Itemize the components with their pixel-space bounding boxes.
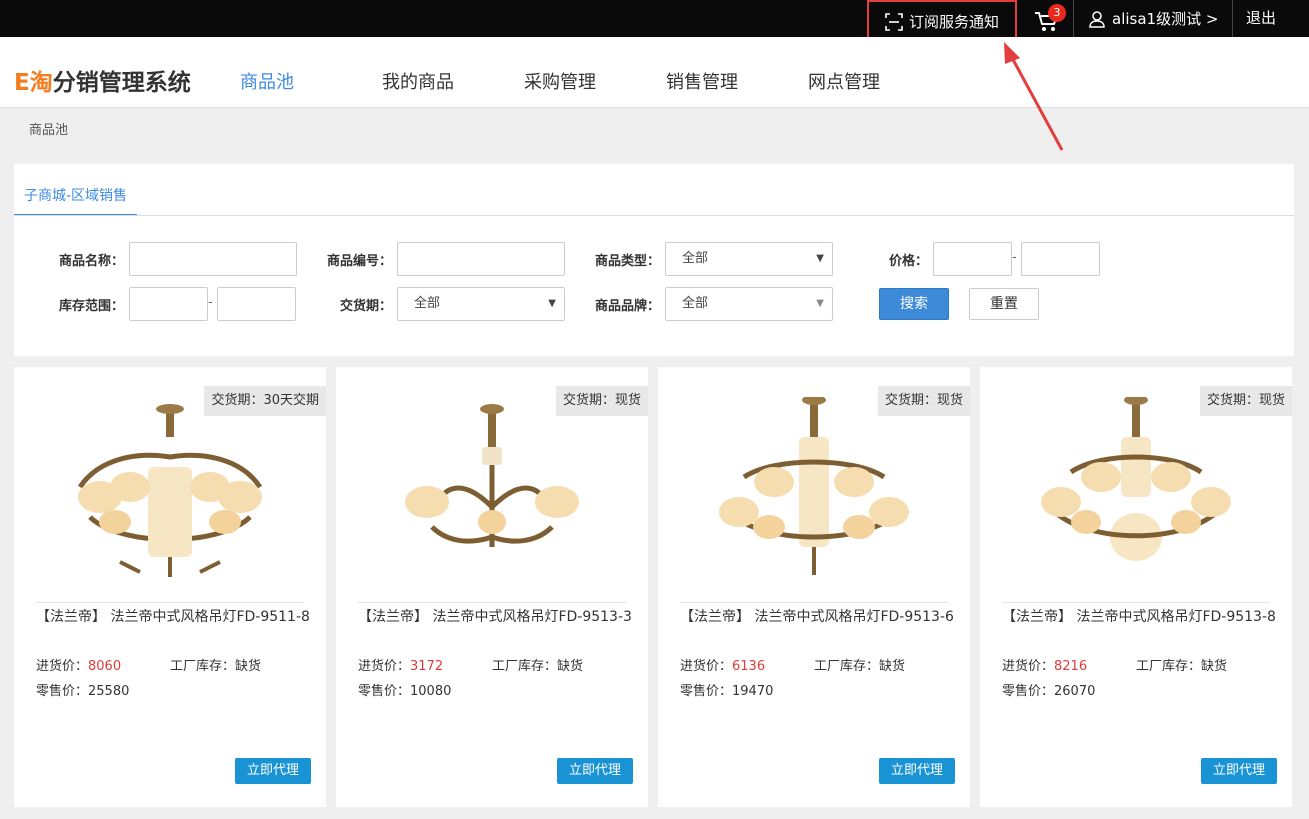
range-separator: -	[1012, 250, 1017, 265]
chandelier-image[interactable]	[60, 397, 280, 587]
agent-now-button[interactable]: 立即代理	[557, 758, 633, 784]
product-title[interactable]: 【法兰帝】 法兰帝中式风格吊灯FD-9513-3	[358, 607, 634, 627]
nav-product-pool[interactable]: 商品池	[240, 68, 294, 94]
product-name-input[interactable]	[129, 242, 297, 276]
tab-label: 子商城-区域销售	[23, 188, 128, 204]
purchase-price: 进货价：8216	[1002, 655, 1087, 674]
topbar-divider	[1073, 0, 1074, 37]
chevron-down-icon: ▼	[816, 253, 824, 264]
main-header: E淘分销管理系统 商品池 我的商品 采购管理 销售管理 网点管理	[0, 37, 1309, 108]
factory-stock: 工厂库存：缺货	[170, 659, 262, 674]
purchase-price: 进货价：8060	[36, 655, 121, 674]
product-type-value: 全部	[682, 251, 709, 266]
range-separator: -	[208, 295, 213, 310]
delivery-label: 交货期：	[339, 299, 392, 314]
chandelier-image[interactable]	[704, 397, 924, 587]
delivery-select[interactable]: 全部 ▼	[397, 287, 565, 321]
reset-button[interactable]: 重置	[969, 288, 1039, 320]
purchase-price-value: 3172	[410, 659, 444, 674]
tab-divider	[14, 215, 1294, 216]
nav-purchase-management[interactable]: 采购管理	[524, 68, 596, 94]
user-name: alisa1级测试 >	[1112, 10, 1219, 28]
retail-price: 零售价：25580	[36, 684, 130, 699]
product-code-input[interactable]	[397, 242, 565, 276]
retail-price: 零售价：10080	[358, 684, 452, 699]
product-title[interactable]: 【法兰帝】 法兰帝中式风格吊灯FD-9511-8	[36, 607, 312, 627]
agent-now-button[interactable]: 立即代理	[1201, 758, 1277, 784]
purchase-price-value: 6136	[732, 659, 766, 674]
product-card: 交货期：现货 【法兰帝】 法兰帝中式风格吊灯FD-9513-8 进货价：8216…	[980, 367, 1292, 807]
nav-my-products[interactable]: 我的商品	[382, 68, 454, 94]
chevron-down-icon: ▼	[548, 298, 556, 309]
stock-range-label: 库存范围：	[58, 299, 124, 314]
purchase-price: 进货价：3172	[358, 655, 443, 674]
factory-stock: 工厂库存：缺货	[1136, 659, 1228, 674]
tab-sub-mall-regional-sales[interactable]: 子商城-区域销售	[14, 183, 137, 216]
top-bar: 订阅服务通知 3 alisa1级测试 > 退出	[0, 0, 1309, 43]
filter-panel: 子商城-区域销售 商品名称： 商品编号： 商品类型： 全部 ▼ 价格： - 库存…	[14, 164, 1294, 356]
cart-button[interactable]: 3	[1034, 4, 1068, 32]
delivery-value: 全部	[414, 296, 441, 311]
purchase-price-label: 进货价：	[1002, 659, 1055, 674]
brand-select[interactable]: 全部 ▼	[665, 287, 833, 321]
user-menu[interactable]: alisa1级测试 >	[1088, 0, 1218, 37]
price-max-input[interactable]	[1021, 242, 1100, 276]
purchase-price-value: 8216	[1054, 659, 1088, 674]
card-divider	[358, 602, 626, 603]
purchase-price: 进货价：6136	[680, 655, 765, 674]
user-icon	[1089, 10, 1105, 28]
agent-now-button[interactable]: 立即代理	[235, 758, 311, 784]
price-label: 价格：	[888, 254, 928, 269]
topbar-divider	[1232, 0, 1233, 37]
price-min-input[interactable]	[933, 242, 1012, 276]
card-divider	[1002, 602, 1270, 603]
card-divider	[680, 602, 948, 603]
retail-price: 零售价：26070	[1002, 684, 1096, 699]
product-name-label: 商品名称：	[58, 254, 124, 269]
nav-sales-management[interactable]: 销售管理	[666, 68, 738, 94]
product-code-label: 商品编号：	[326, 254, 392, 269]
chandelier-image[interactable]	[1026, 397, 1246, 587]
logo-brand: E淘	[14, 70, 53, 96]
scan-icon	[885, 12, 903, 31]
brand-label: 商品品牌：	[594, 299, 660, 314]
logout-link[interactable]: 退出	[1246, 0, 1276, 37]
agent-now-button[interactable]: 立即代理	[879, 758, 955, 784]
product-type-label: 商品类型：	[594, 254, 660, 269]
cart-count-badge: 3	[1048, 4, 1066, 22]
stock-max-input[interactable]	[217, 287, 296, 321]
factory-stock: 工厂库存：缺货	[492, 659, 584, 674]
nav-outlet-management[interactable]: 网点管理	[808, 68, 880, 94]
brand-value: 全部	[682, 296, 709, 311]
purchase-price-label: 进货价：	[36, 659, 89, 674]
product-title[interactable]: 【法兰帝】 法兰帝中式风格吊灯FD-9513-6	[680, 607, 956, 627]
chevron-down-icon: ▼	[816, 298, 824, 309]
subscribe-label: 订阅服务通知	[908, 13, 999, 31]
product-title[interactable]: 【法兰帝】 法兰帝中式风格吊灯FD-9513-8	[1002, 607, 1278, 627]
card-divider	[36, 602, 304, 603]
chandelier-image[interactable]	[382, 397, 602, 587]
product-type-select[interactable]: 全部 ▼	[665, 242, 833, 276]
retail-price: 零售价：19470	[680, 684, 774, 699]
purchase-price-value: 8060	[88, 659, 122, 674]
purchase-price-label: 进货价：	[680, 659, 733, 674]
stock-min-input[interactable]	[129, 287, 208, 321]
factory-stock: 工厂库存：缺货	[814, 659, 906, 674]
logo-text: 分销管理系统	[52, 70, 191, 96]
search-button[interactable]: 搜索	[879, 288, 949, 320]
product-card: 交货期：30天交期 【法兰帝】 法兰帝中式风格吊灯FD-9511-8 进货价：8…	[14, 367, 326, 807]
app-logo[interactable]: E淘分销管理系统	[14, 63, 191, 97]
breadcrumb: 商品池	[29, 123, 69, 138]
purchase-price-label: 进货价：	[358, 659, 411, 674]
product-card: 交货期：现货 【法兰帝】 法兰帝中式风格吊灯FD-9513-3 进货价：3172…	[336, 367, 648, 807]
product-card: 交货期：现货 【法兰帝】 法兰帝中式风格吊灯FD-9513-6 进货价：6136…	[658, 367, 970, 807]
